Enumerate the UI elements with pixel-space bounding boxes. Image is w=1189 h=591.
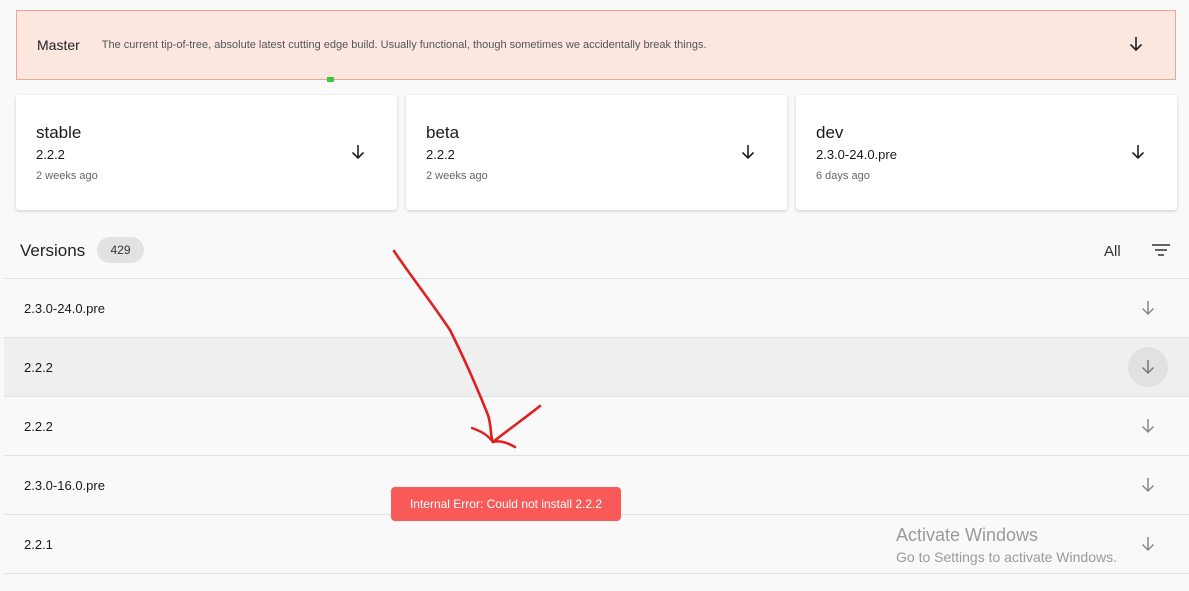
master-channel-banner[interactable]: Master The current tip-of-tree, absolute… — [16, 10, 1176, 80]
download-icon — [1129, 37, 1143, 52]
version-filter-dropdown[interactable]: All — [1104, 243, 1121, 260]
version-row[interactable]: 2.2.2 — [4, 338, 1189, 397]
error-toast: Internal Error: Could not install 2.2.2 — [391, 487, 621, 521]
channel-name: dev — [816, 123, 844, 142]
master-download-button[interactable] — [1127, 35, 1145, 53]
version-number: 2.2.2 — [24, 419, 53, 434]
download-icon — [741, 145, 755, 160]
version-number: 2.2.1 — [24, 537, 53, 552]
master-channel-description: The current tip-of-tree, absolute latest… — [101, 39, 707, 51]
version-number: 2.2.2 — [24, 360, 53, 375]
app-page: Master The current tip-of-tree, absolute… — [0, 0, 1189, 591]
channel-name: stable — [36, 123, 82, 142]
download-icon — [1141, 360, 1155, 375]
versions-title: Versions — [20, 241, 86, 260]
download-icon — [1141, 301, 1155, 316]
version-download-button[interactable] — [1128, 524, 1168, 564]
channel-download-button[interactable] — [349, 143, 367, 161]
download-icon — [1141, 478, 1155, 493]
download-icon — [351, 145, 365, 160]
master-channel-name: Master — [37, 37, 80, 53]
filter-icon[interactable] — [1150, 240, 1172, 260]
download-icon — [1131, 145, 1145, 160]
channel-download-button[interactable] — [1129, 143, 1147, 161]
version-row[interactable]: 2.3.0-24.0.pre — [4, 279, 1189, 338]
channel-version: 2.2.2 — [36, 147, 65, 162]
version-row[interactable]: 2.2.2 — [4, 397, 1189, 456]
watermark-subtitle: Go to Settings to activate Windows. — [896, 549, 1117, 565]
channel-release-age: 2 weeks ago — [426, 170, 488, 182]
version-number: 2.3.0-24.0.pre — [24, 301, 105, 316]
master-focus-marker — [327, 77, 334, 82]
version-download-button[interactable] — [1128, 465, 1168, 505]
version-download-button[interactable] — [1128, 347, 1168, 387]
channel-release-age: 6 days ago — [816, 170, 870, 182]
versions-header: Versions 429 All — [0, 230, 1189, 278]
channel-version: 2.2.2 — [426, 147, 455, 162]
watermark-title: Activate Windows — [896, 525, 1039, 545]
version-download-button[interactable] — [1128, 288, 1168, 328]
channel-name: beta — [426, 123, 460, 142]
version-download-button[interactable] — [1128, 406, 1168, 446]
channel-card-dev[interactable]: dev 2.3.0-24.0.pre 6 days ago — [796, 95, 1177, 210]
channel-version: 2.3.0-24.0.pre — [816, 147, 897, 162]
channel-card-beta[interactable]: beta 2.2.2 2 weeks ago — [406, 95, 787, 210]
activate-windows-watermark: Activate Windows Go to Settings to activ… — [896, 525, 1117, 565]
channel-download-button[interactable] — [739, 143, 757, 161]
download-icon — [1141, 419, 1155, 434]
versions-count-badge: 429 — [97, 237, 144, 263]
channel-release-age: 2 weeks ago — [36, 170, 98, 182]
channel-card-stable[interactable]: stable 2.2.2 2 weeks ago — [16, 95, 397, 210]
version-number: 2.3.0-16.0.pre — [24, 478, 105, 493]
download-icon — [1141, 537, 1155, 552]
